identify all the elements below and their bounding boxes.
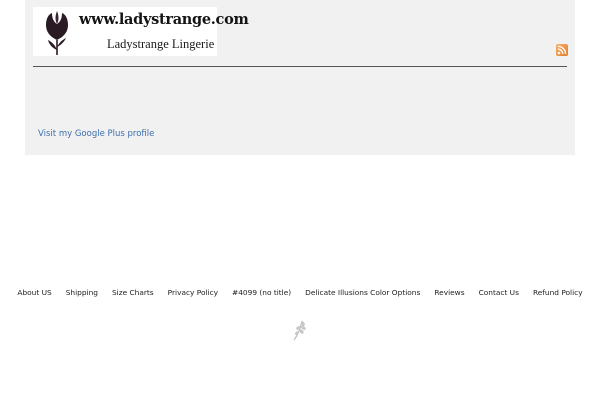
logo-url-text: www.ladystrange.com: [79, 11, 249, 28]
google-plus-profile-link[interactable]: Visit my Google Plus profile: [38, 129, 154, 139]
site-header: www.ladystrange.com Ladystrange Lingerie…: [25, 0, 575, 155]
footer-nav: About US Shipping Size Charts Privacy Po…: [0, 286, 600, 298]
footer-link-contact-us[interactable]: Contact Us: [479, 288, 519, 297]
theme-credit-link[interactable]: [291, 319, 309, 341]
footer-link-shipping[interactable]: Shipping: [66, 288, 98, 297]
header-divider: [33, 66, 567, 67]
footer-link-reviews[interactable]: Reviews: [434, 288, 464, 297]
footer-link-refund-policy[interactable]: Refund Policy: [533, 288, 583, 297]
tulip-icon: [46, 11, 68, 55]
footer-link-no-title[interactable]: #4099 (no title): [232, 288, 291, 297]
footer-link-about-us[interactable]: About US: [17, 288, 51, 297]
footer-link-size-charts[interactable]: Size Charts: [112, 288, 154, 297]
leaf-icon: [293, 320, 306, 341]
footer-link-delicate-illusions[interactable]: Delicate Illusions Color Options: [305, 288, 420, 297]
footer-link-privacy-policy[interactable]: Privacy Policy: [168, 288, 218, 297]
logo-name-text: Ladystrange Lingerie: [107, 37, 215, 51]
rss-feed-link[interactable]: [556, 44, 568, 56]
site-logo[interactable]: www.ladystrange.com Ladystrange Lingerie: [33, 7, 249, 56]
page: www.ladystrange.com Ladystrange Lingerie…: [0, 0, 600, 400]
rss-icon: [557, 45, 567, 55]
